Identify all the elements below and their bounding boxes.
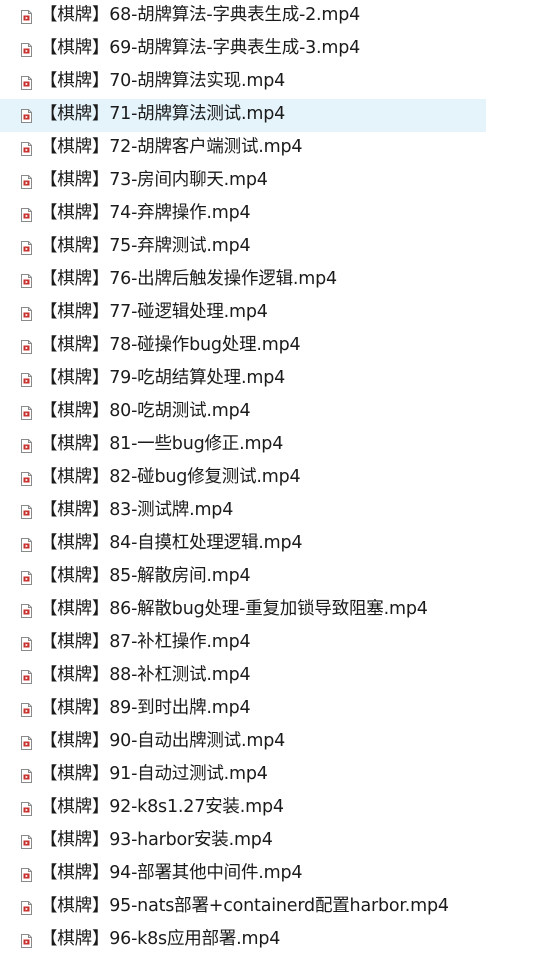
video-file-icon bbox=[21, 240, 32, 255]
file-name: 【棋牌】82-碰bug修复测试.mp4 bbox=[40, 467, 301, 488]
video-file-icon bbox=[21, 9, 32, 24]
video-file-icon bbox=[21, 174, 32, 189]
video-file-icon bbox=[21, 834, 32, 849]
video-file-icon bbox=[21, 570, 32, 585]
file-row[interactable]: 【棋牌】83-测试牌.mp4 bbox=[0, 495, 486, 528]
file-name: 【棋牌】70-胡牌算法实现.mp4 bbox=[40, 71, 286, 92]
video-file-icon bbox=[21, 372, 32, 387]
file-row[interactable]: 【棋牌】85-解散房间.mp4 bbox=[0, 561, 486, 594]
file-name: 【棋牌】92-k8s1.27安装.mp4 bbox=[40, 797, 284, 818]
file-name: 【棋牌】71-胡牌算法测试.mp4 bbox=[40, 104, 286, 125]
video-file-icon bbox=[21, 42, 32, 57]
video-file-icon bbox=[21, 669, 32, 684]
file-row[interactable]: 【棋牌】89-到时出牌.mp4 bbox=[0, 693, 486, 726]
video-file-icon bbox=[21, 273, 32, 288]
file-row[interactable]: 【棋牌】68-胡牌算法-字典表生成-2.mp4 bbox=[0, 0, 486, 33]
video-file-icon bbox=[21, 735, 32, 750]
video-file-icon bbox=[21, 306, 32, 321]
file-name: 【棋牌】89-到时出牌.mp4 bbox=[40, 698, 251, 719]
video-file-icon bbox=[21, 471, 32, 486]
file-name: 【棋牌】91-自动过测试.mp4 bbox=[40, 764, 268, 785]
file-row[interactable]: 【棋牌】69-胡牌算法-字典表生成-3.mp4 bbox=[0, 33, 486, 66]
video-file-icon bbox=[21, 108, 32, 123]
file-name: 【棋牌】77-碰逻辑处理.mp4 bbox=[40, 302, 268, 323]
file-name: 【棋牌】75-弃牌测试.mp4 bbox=[40, 236, 251, 257]
video-file-icon bbox=[21, 141, 32, 156]
file-row[interactable]: 【棋牌】81-一些bug修正.mp4 bbox=[0, 429, 486, 462]
video-file-icon bbox=[21, 339, 32, 354]
file-name: 【棋牌】87-补杠操作.mp4 bbox=[40, 632, 251, 653]
file-row[interactable]: 【棋牌】75-弃牌测试.mp4 bbox=[0, 231, 486, 264]
file-name: 【棋牌】76-出牌后触发操作逻辑.mp4 bbox=[40, 269, 337, 290]
file-row[interactable]: 【棋牌】71-胡牌算法测试.mp4 bbox=[0, 99, 486, 132]
video-file-icon bbox=[21, 867, 32, 882]
video-file-icon bbox=[21, 603, 32, 618]
file-row[interactable]: 【棋牌】88-补杠测试.mp4 bbox=[0, 660, 486, 693]
file-row[interactable]: 【棋牌】80-吃胡测试.mp4 bbox=[0, 396, 486, 429]
file-row[interactable]: 【棋牌】79-吃胡结算处理.mp4 bbox=[0, 363, 486, 396]
file-row[interactable]: 【棋牌】95-nats部署+containerd配置harbor.mp4 bbox=[0, 891, 486, 924]
file-row[interactable]: 【棋牌】94-部署其他中间件.mp4 bbox=[0, 858, 486, 891]
file-name: 【棋牌】78-碰操作bug处理.mp4 bbox=[40, 335, 301, 356]
file-name: 【棋牌】90-自动出牌测试.mp4 bbox=[40, 731, 286, 752]
file-name: 【棋牌】74-弃牌操作.mp4 bbox=[40, 203, 251, 224]
video-file-icon bbox=[21, 537, 32, 552]
file-name: 【棋牌】84-自摸杠处理逻辑.mp4 bbox=[40, 533, 303, 554]
file-row[interactable]: 【棋牌】87-补杠操作.mp4 bbox=[0, 627, 486, 660]
video-file-icon bbox=[21, 504, 32, 519]
file-row[interactable]: 【棋牌】84-自摸杠处理逻辑.mp4 bbox=[0, 528, 486, 561]
file-name: 【棋牌】85-解散房间.mp4 bbox=[40, 566, 251, 587]
file-name: 【棋牌】95-nats部署+containerd配置harbor.mp4 bbox=[40, 896, 449, 917]
file-name: 【棋牌】80-吃胡测试.mp4 bbox=[40, 401, 251, 422]
file-name: 【棋牌】68-胡牌算法-字典表生成-2.mp4 bbox=[40, 5, 361, 26]
file-row[interactable]: 【棋牌】72-胡牌客户端测试.mp4 bbox=[0, 132, 486, 165]
file-name: 【棋牌】86-解散bug处理-重复加锁导致阻塞.mp4 bbox=[40, 599, 428, 620]
file-name: 【棋牌】83-测试牌.mp4 bbox=[40, 500, 234, 521]
video-file-icon bbox=[21, 768, 32, 783]
file-name: 【棋牌】96-k8s应用部署.mp4 bbox=[40, 929, 281, 950]
video-file-icon bbox=[21, 75, 32, 90]
file-row[interactable]: 【棋牌】73-房间内聊天.mp4 bbox=[0, 165, 486, 198]
video-file-icon bbox=[21, 900, 32, 915]
file-name: 【棋牌】94-部署其他中间件.mp4 bbox=[40, 863, 303, 884]
file-row[interactable]: 【棋牌】91-自动过测试.mp4 bbox=[0, 759, 486, 792]
video-file-icon bbox=[21, 405, 32, 420]
file-list: 【棋牌】68-胡牌算法-字典表生成-2.mp4 【棋牌】69-胡牌算法-字典表生成… bbox=[0, 0, 534, 957]
video-file-icon bbox=[21, 636, 32, 651]
file-row[interactable]: 【棋牌】74-弃牌操作.mp4 bbox=[0, 198, 486, 231]
file-row[interactable]: 【棋牌】78-碰操作bug处理.mp4 bbox=[0, 330, 486, 363]
file-row[interactable]: 【棋牌】76-出牌后触发操作逻辑.mp4 bbox=[0, 264, 486, 297]
video-file-icon bbox=[21, 702, 32, 717]
file-row[interactable]: 【棋牌】93-harbor安装.mp4 bbox=[0, 825, 486, 858]
video-file-icon bbox=[21, 933, 32, 948]
file-row[interactable]: 【棋牌】86-解散bug处理-重复加锁导致阻塞.mp4 bbox=[0, 594, 486, 627]
video-file-icon bbox=[21, 801, 32, 816]
file-row[interactable]: 【棋牌】77-碰逻辑处理.mp4 bbox=[0, 297, 486, 330]
file-name: 【棋牌】72-胡牌客户端测试.mp4 bbox=[40, 137, 303, 158]
file-name: 【棋牌】88-补杠测试.mp4 bbox=[40, 665, 251, 686]
file-row[interactable]: 【棋牌】70-胡牌算法实现.mp4 bbox=[0, 66, 486, 99]
file-name: 【棋牌】81-一些bug修正.mp4 bbox=[40, 434, 284, 455]
file-name: 【棋牌】93-harbor安装.mp4 bbox=[40, 830, 273, 851]
file-row[interactable]: 【棋牌】90-自动出牌测试.mp4 bbox=[0, 726, 486, 759]
file-name: 【棋牌】79-吃胡结算处理.mp4 bbox=[40, 368, 286, 389]
video-file-icon bbox=[21, 207, 32, 222]
file-row[interactable]: 【棋牌】96-k8s应用部署.mp4 bbox=[0, 924, 486, 957]
file-row[interactable]: 【棋牌】82-碰bug修复测试.mp4 bbox=[0, 462, 486, 495]
file-row[interactable]: 【棋牌】92-k8s1.27安装.mp4 bbox=[0, 792, 486, 825]
file-name: 【棋牌】69-胡牌算法-字典表生成-3.mp4 bbox=[40, 38, 361, 59]
file-name: 【棋牌】73-房间内聊天.mp4 bbox=[40, 170, 268, 191]
video-file-icon bbox=[21, 438, 32, 453]
